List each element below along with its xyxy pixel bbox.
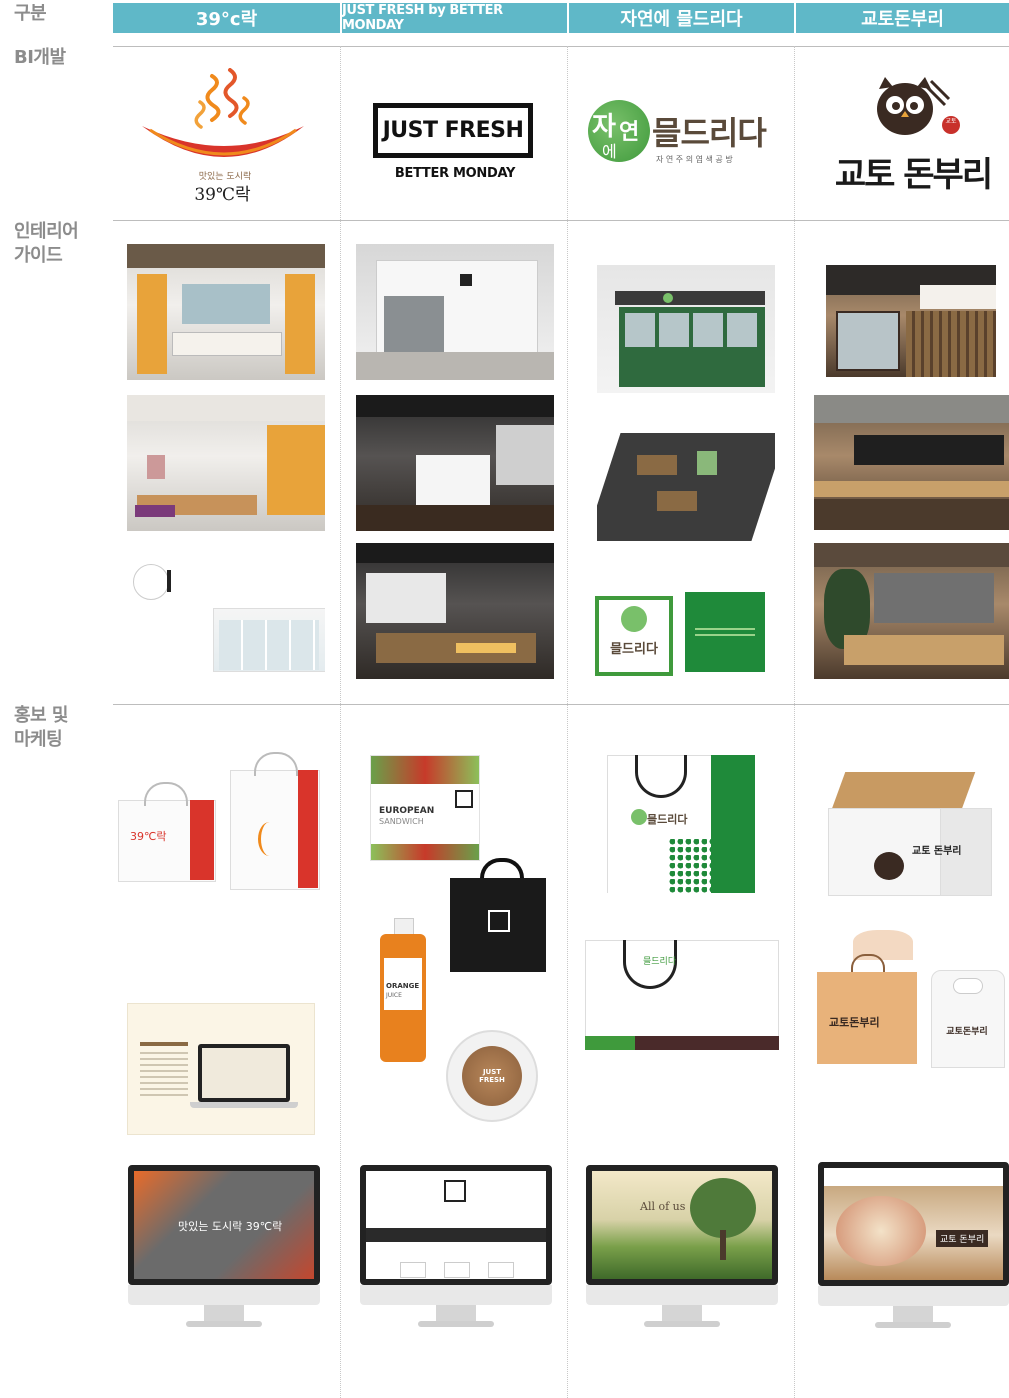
interior-39-seating <box>127 395 325 531</box>
plate-text: JUST FRESH <box>479 1068 505 1084</box>
kyoto-tag-text: 교토돈부리 <box>829 1016 880 1029</box>
column-divider-3 <box>794 46 795 1398</box>
logo-nature-char3: 에 <box>602 142 617 161</box>
interior-nature-floorplan <box>597 415 775 553</box>
logo-nature: 자 연 에 믈드리다 자 연 주 의 염 색 공 방 <box>588 100 778 175</box>
row-label-interior: 인테리어 가이드 <box>14 221 79 266</box>
interior-kyoto-bar <box>814 395 1009 530</box>
marketing-kyoto-box: 교토 돈부리 <box>818 772 994 897</box>
marketing-nature-bag-front: 믈드리다 <box>607 755 755 893</box>
column-header-justfresh: JUST FRESH by BETTER MONDAY <box>340 3 567 33</box>
marketing-justfresh-plate: JUST FRESH <box>446 1030 538 1122</box>
column-header-39: 39°c락 <box>113 3 340 33</box>
owl-mascot-icon <box>877 77 960 135</box>
interior-nature-storefront <box>597 265 775 393</box>
marketing-39-bags: 39℃락 <box>118 752 328 892</box>
web-kyoto-text: 교토 돈부리 <box>936 1230 989 1247</box>
column-header-kyoto: 교토돈부리 <box>794 3 1009 33</box>
interior-39-signage <box>127 548 325 678</box>
column-header-bar: 39°c락 JUST FRESH by BETTER MONDAY 자연에 믈드… <box>113 3 1009 33</box>
web-39-text: 맛있는 도시락 39℃락 <box>178 1220 283 1233</box>
row-label-bi: BI개발 <box>14 47 66 68</box>
web-nature-text: All of us <box>640 1200 686 1213</box>
interior-nature-sign-green <box>685 592 765 672</box>
juice-sub: JUICE <box>386 992 402 999</box>
row-divider-interior <box>113 220 1009 221</box>
logo-nature-main: 믈드리다 <box>652 114 767 152</box>
nature-bag-text: 믈드리다 <box>647 813 688 826</box>
column-divider-2 <box>567 46 568 1398</box>
interior-39-front <box>127 244 325 380</box>
logo-nature-sub: 자 연 주 의 염 색 공 방 <box>656 155 733 164</box>
bag-39-text: 39℃락 <box>130 830 167 843</box>
marketing-nature-bag-side: 믈드리다 <box>585 940 779 1050</box>
logo-kyoto-badge: 교토 <box>945 118 957 125</box>
marketing-kyoto-bags: 교토돈부리 교토돈부리 <box>817 930 1005 1070</box>
interior-justfresh-dining <box>356 543 554 679</box>
logo-39: 맛있는 도시락 39℃락 <box>140 68 310 205</box>
marketing-39-laptop <box>127 1003 315 1135</box>
logo-justfresh: JUST FRESH BETTER MONDAY <box>370 103 540 188</box>
corner-label: 구분 <box>14 3 47 24</box>
logo-kyoto-main: 교토 돈부리 <box>834 155 993 195</box>
logo-kyoto: 교토 교토 돈부리 <box>833 75 993 200</box>
kyoto-poly-text: 교토돈부리 <box>946 1027 988 1037</box>
euro-title: EUROPEAN <box>379 806 435 816</box>
logo-nature-char2: 연 <box>619 120 640 145</box>
marketing-justfresh-bag <box>450 858 546 972</box>
juice-label: ORANGE <box>386 982 420 990</box>
nature-bag-side-text: 믈드리다 <box>643 957 677 967</box>
interior-kyoto-dining <box>814 543 1009 679</box>
column-divider-1 <box>340 46 341 1398</box>
euro-sub: SANDWICH <box>379 817 424 826</box>
kyoto-box-text: 교토 돈부리 <box>912 846 962 857</box>
logo-justfresh-sub: BETTER MONDAY <box>394 166 516 181</box>
interior-justfresh-counter <box>356 395 554 531</box>
row-label-marketing: 홍보 및 마케팅 <box>14 705 68 750</box>
row-divider-top <box>113 46 1009 47</box>
interior-nature-sign-white: 믈드리다 <box>595 596 673 676</box>
row-divider-marketing <box>113 704 1009 705</box>
marketing-justfresh-card: EUROPEAN SANDWICH <box>370 755 480 861</box>
nature-sign-text: 믈드리다 <box>610 642 658 657</box>
logo-justfresh-main: JUST FRESH <box>373 103 533 158</box>
interior-justfresh-exterior <box>356 244 554 380</box>
marketing-justfresh-juice: ORANGE JUICE <box>380 918 426 1062</box>
column-header-nature: 자연에 믈드리다 <box>567 3 794 33</box>
interior-kyoto-exterior <box>826 265 996 377</box>
logo-39-name: 39℃락 <box>194 185 251 205</box>
